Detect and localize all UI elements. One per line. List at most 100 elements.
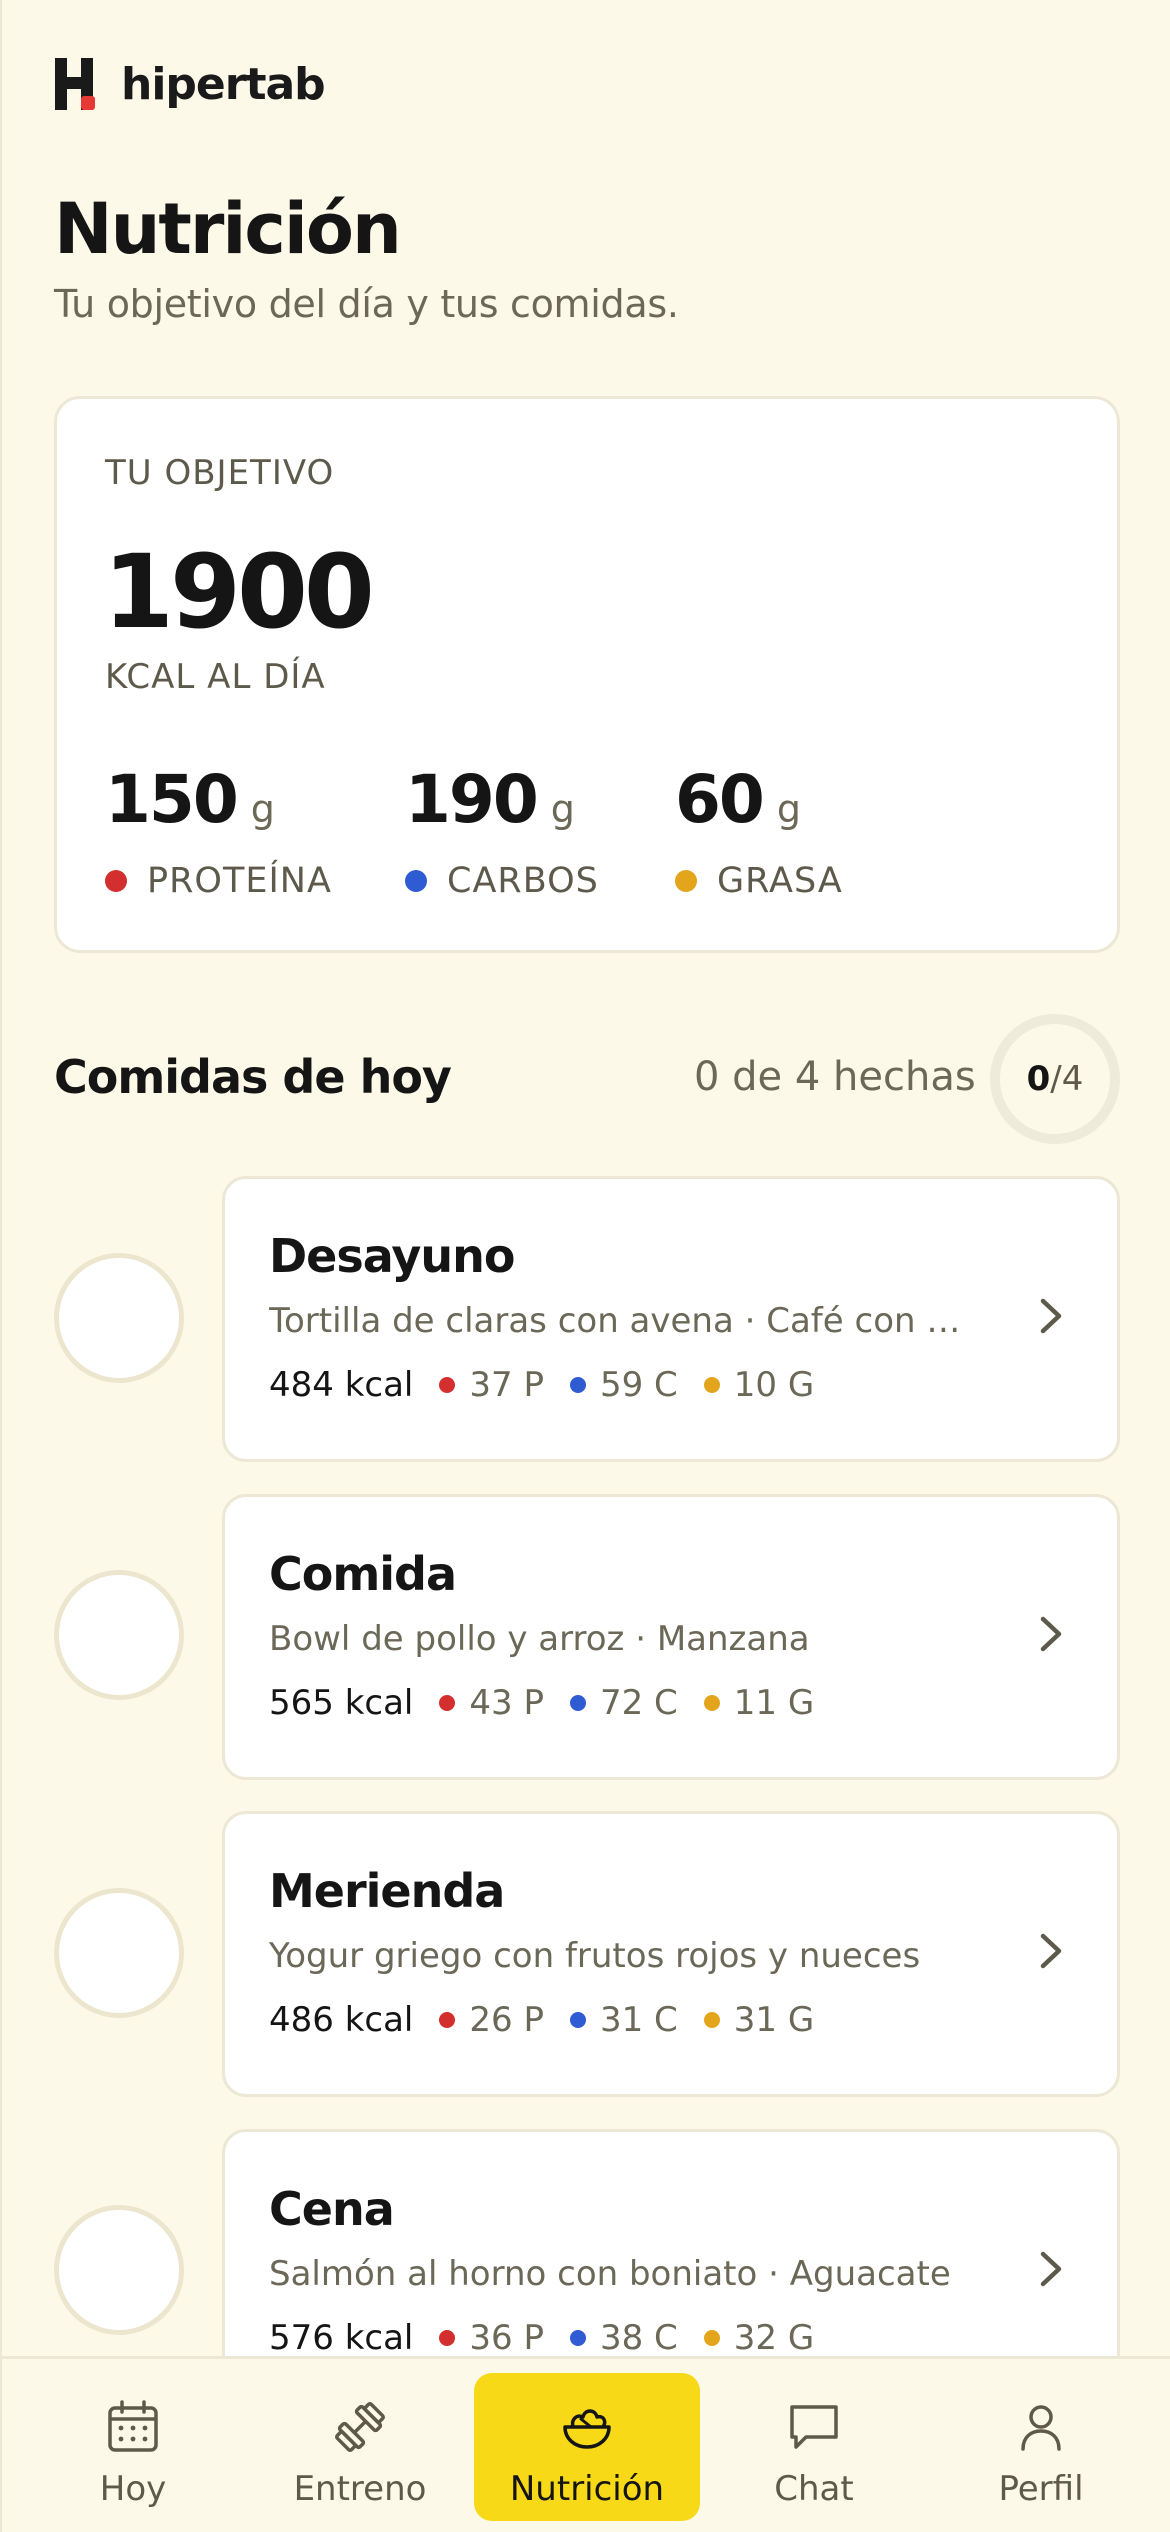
calendar-icon xyxy=(108,2400,158,2452)
nav-label-perfil: Perfil xyxy=(998,2469,1084,2509)
dumbbell-icon xyxy=(335,2402,385,2452)
meal-name: Merienda xyxy=(269,1864,505,1918)
protein-dot-icon xyxy=(439,1695,456,1711)
meal-fat: 31 G xyxy=(703,2000,815,2040)
app-logo: hipertab xyxy=(55,58,326,110)
macro-carbs-value: 190 xyxy=(405,761,539,838)
meal-fat-value: 10 G xyxy=(733,1365,815,1405)
meal-fat-value: 31 G xyxy=(733,2000,815,2040)
meal-card-merienda[interactable]: Merienda Yogur griego con frutos rojos y… xyxy=(222,1811,1120,2097)
carbs-dot-icon xyxy=(569,1377,586,1393)
meal-carbs: 31 C xyxy=(569,2000,678,2040)
meal-card-desayuno[interactable]: Desayuno Tortilla de claras con avena · … xyxy=(222,1176,1120,1462)
macro-fat: 60 g GRASA xyxy=(675,761,842,901)
meal-description: Yogur griego con frutos rojos y nueces xyxy=(269,1936,921,1976)
fat-dot-icon xyxy=(703,1377,720,1393)
macro-protein: 150 g PROTEÍNA xyxy=(105,761,331,901)
meal-name: Comida xyxy=(269,1547,457,1601)
macro-protein-label-row: PROTEÍNA xyxy=(105,861,332,901)
chevron-right-icon xyxy=(1040,1933,1062,1969)
nav-item-chat[interactable]: Chat xyxy=(701,2373,927,2521)
meal-carbs-value: 59 C xyxy=(599,1365,678,1405)
meal-kcal: 484 kcal xyxy=(269,1365,414,1405)
meals-total-count: /4 xyxy=(1050,1059,1084,1099)
nav-item-nutricion[interactable]: Nutrición xyxy=(474,2373,700,2521)
macro-protein-unit: g xyxy=(250,787,275,831)
meal-checkbox-desayuno[interactable] xyxy=(54,1253,184,1383)
meal-description: Salmón al horno con boniato · Aguacate xyxy=(269,2254,951,2294)
meal-protein-value: 26 P xyxy=(469,2000,544,2040)
hipertab-logo-icon xyxy=(55,58,101,110)
meal-kcal: 486 kcal xyxy=(269,2000,414,2040)
macro-fat-label-row: GRASA xyxy=(675,861,843,901)
carbs-dot-icon xyxy=(569,2012,586,2028)
nav-label-chat: Chat xyxy=(774,2469,854,2509)
meal-kcal: 576 kcal xyxy=(269,2318,414,2358)
meal-protein-value: 37 P xyxy=(469,1365,544,1405)
macro-protein-value: 150 xyxy=(105,761,239,838)
meals-count-text: 0 de 4 hechas xyxy=(694,1054,976,1100)
meal-carbs: 38 C xyxy=(569,2318,678,2358)
protein-dot-icon xyxy=(439,2330,456,2346)
meal-name: Cena xyxy=(269,2182,395,2236)
carbs-dot-icon xyxy=(569,2330,586,2346)
bottom-nav: Hoy Entreno Nutrición Chat Perfil xyxy=(2,2356,1170,2532)
meal-kcal: 565 kcal xyxy=(269,1683,414,1723)
meal-fat-value: 11 G xyxy=(733,1683,815,1723)
chevron-right-icon xyxy=(1040,2251,1062,2287)
meal-protein: 26 P xyxy=(439,2000,544,2040)
meals-done-count: 0 xyxy=(1026,1059,1051,1099)
protein-dot-icon xyxy=(105,870,127,892)
meal-protein: 36 P xyxy=(439,2318,544,2358)
macro-carbs-label-row: CARBOS xyxy=(405,861,599,901)
app-root: hipertab Nutrición Tu objetivo del día y… xyxy=(0,0,1170,2532)
carbs-dot-icon xyxy=(405,870,427,892)
meal-fat: 10 G xyxy=(703,1365,815,1405)
goal-label: TU OBJETIVO xyxy=(105,453,335,493)
fat-dot-icon xyxy=(703,2330,720,2346)
fat-dot-icon xyxy=(703,1695,720,1711)
meal-protein: 43 P xyxy=(439,1683,544,1723)
macro-fat-value: 60 xyxy=(675,761,765,838)
protein-dot-icon xyxy=(439,2012,456,2028)
meal-fat: 32 G xyxy=(703,2318,815,2358)
meal-fat: 11 G xyxy=(703,1683,815,1723)
nav-item-entreno[interactable]: Entreno xyxy=(247,2373,473,2521)
meal-stats: 565 kcal 43 P 72 C 11 G xyxy=(269,1683,840,1723)
macro-protein-label: PROTEÍNA xyxy=(147,861,332,901)
meal-carbs: 59 C xyxy=(569,1365,678,1405)
meal-checkbox-merienda[interactable] xyxy=(54,1888,184,2018)
meal-checkbox-cena[interactable] xyxy=(54,2205,184,2335)
nav-item-hoy[interactable]: Hoy xyxy=(20,2373,246,2521)
meal-stats: 486 kcal 26 P 31 C 31 G xyxy=(269,2000,840,2040)
fat-dot-icon xyxy=(675,870,697,892)
meal-carbs: 72 C xyxy=(569,1683,678,1723)
carbs-dot-icon xyxy=(569,1695,586,1711)
chat-bubble-icon xyxy=(790,2405,838,2449)
meal-carbs-value: 38 C xyxy=(599,2318,678,2358)
meal-protein-value: 43 P xyxy=(469,1683,544,1723)
goal-kcal-value: 1900 xyxy=(103,533,375,652)
meal-card-comida[interactable]: Comida Bowl de pollo y arroz · Manzana 5… xyxy=(222,1494,1120,1780)
nav-label-nutricion: Nutrición xyxy=(509,2469,665,2509)
macro-fat-label: GRASA xyxy=(717,861,843,901)
macro-carbs-unit: g xyxy=(550,787,575,831)
nav-item-perfil[interactable]: Perfil xyxy=(928,2373,1154,2521)
meal-protein: 37 P xyxy=(439,1365,544,1405)
meal-carbs-value: 72 C xyxy=(599,1683,678,1723)
user-icon xyxy=(1021,2405,1061,2451)
page-title: Nutrición xyxy=(54,188,402,270)
logo-wordmark: hipertab xyxy=(121,58,326,110)
nav-label-entreno: Entreno xyxy=(293,2469,427,2509)
goal-card: TU OBJETIVO 1900 KCAL AL DÍA 150 g PROTEÍ… xyxy=(54,396,1120,953)
meals-section-title: Comidas de hoy xyxy=(54,1050,452,1104)
page-subtitle: Tu objetivo del día y tus comidas. xyxy=(54,282,679,326)
macro-fat-unit: g xyxy=(776,787,801,831)
meal-fat-value: 32 G xyxy=(733,2318,815,2358)
fat-dot-icon xyxy=(703,2012,720,2028)
meal-checkbox-comida[interactable] xyxy=(54,1570,184,1700)
goal-kcal-unit: KCAL AL DÍA xyxy=(105,657,326,697)
chevron-right-icon xyxy=(1040,1298,1062,1334)
salad-bowl-icon xyxy=(563,2409,611,2449)
meal-name: Desayuno xyxy=(269,1229,515,1283)
